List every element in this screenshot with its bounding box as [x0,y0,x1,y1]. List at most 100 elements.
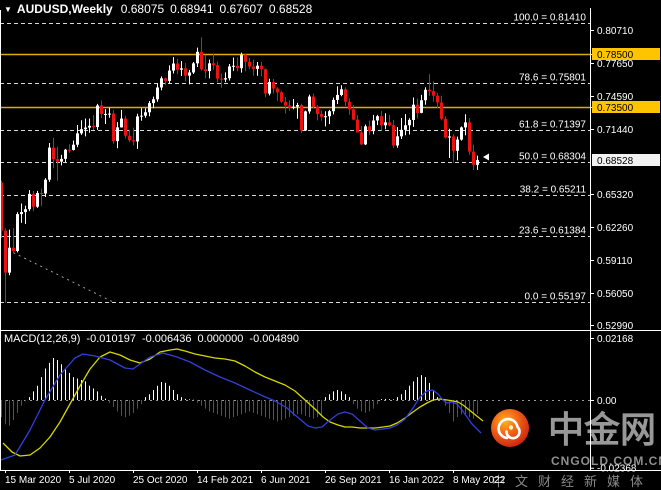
candlestick [240,54,243,69]
time-axis-label: 15 Mar 2020 [5,475,62,486]
symbol-timeframe-label: AUDUSD,Weekly [16,2,113,16]
candlestick [228,66,231,79]
close-value: 0.68528 [268,2,313,16]
candlestick [284,101,287,106]
candlestick [320,114,323,117]
fib-level-label: 0.0 = 0.55197 [525,292,587,303]
price-axis-label: 0.80710 [597,26,634,37]
time-axis-label: 5 Jul 2020 [69,475,116,486]
candlestick [392,125,395,146]
candlestick [164,78,167,81]
candlestick [440,102,443,119]
candlestick [176,63,179,70]
candlestick [296,105,299,107]
fib-level-label: 61.8 = 0.71397 [519,120,586,131]
candlestick [60,158,63,162]
candlestick [384,122,387,126]
candlestick [184,68,187,76]
price-axis-label: 0.59110 [597,256,633,267]
open-value: 0.68075 [120,2,165,16]
candlestick [216,65,219,79]
candlestick [236,65,239,69]
candlestick [180,68,183,70]
candlestick [400,129,403,137]
candlestick [348,101,351,110]
candlestick [208,63,211,72]
candlestick [116,127,119,142]
candlestick [124,118,127,136]
candlestick [108,113,111,115]
candlestick [196,51,199,64]
candlestick [72,144,75,150]
candlestick [24,209,27,213]
fib-level-label: 38.2 = 0.65211 [520,185,587,196]
candlestick [192,63,195,73]
candlestick [380,116,383,126]
candlestick [308,96,311,112]
time-axis-label: 25 Oct 2020 [133,475,188,486]
candlestick [436,95,439,103]
current-price-label: 0.68528 [597,156,634,167]
chart-window: 中金网 CNGOLD.COM.CN 中文财经新媒体 100.0 = 0.8141… [0,0,661,490]
time-axis-label: 26 Sep 2021 [325,475,382,486]
candlestick [20,212,23,215]
candlestick [364,126,367,145]
candlestick [276,88,279,93]
candlestick [144,112,147,116]
candlestick [96,105,99,128]
candlestick [456,139,459,151]
candlestick [388,122,391,126]
candlestick [84,127,87,130]
candlestick [372,120,375,132]
candlestick [32,193,35,207]
candlestick [220,78,223,80]
time-axis-label: 8 May 2022 [453,475,506,486]
candlestick [148,103,151,113]
candlestick [468,122,471,152]
fib-base-trendline [7,249,114,303]
candlestick [136,116,139,142]
candlestick [200,51,203,70]
macd-scale-label: 0.02168 [597,334,634,345]
candlestick [248,61,251,67]
candlestick [292,106,295,108]
price-axis-label: 0.71440 [597,125,634,136]
candlestick [52,147,55,160]
price-axis-label: 0.65320 [597,190,634,201]
candlestick [472,151,475,165]
candlestick [16,214,19,252]
candlestick [376,116,379,121]
candlestick [92,125,95,128]
candlestick [80,129,83,134]
fib-level-label: 100.0 = 0.81410 [513,13,586,24]
candlestick [304,111,307,131]
candlestick [360,132,363,145]
candlestick [156,87,159,100]
time-axis-label: 6 Jun 2021 [261,475,311,486]
chart-collapse-icon[interactable]: ▼ [4,5,12,14]
candlestick [336,94,339,100]
candlestick [412,104,415,120]
candlestick [76,133,79,145]
candlestick [452,136,455,151]
candlestick [268,81,271,94]
candlestick [316,106,319,115]
candlestick [288,105,291,108]
candlestick [344,89,347,102]
time-axis-label: 14 Feb 2021 [197,475,254,486]
price-axis-label: 0.52990 [597,321,634,332]
candlestick [428,89,431,92]
chart-canvas[interactable]: 100.0 = 0.81410 78.6 = 0.75801 61.8 = 0.71… [0,0,661,490]
candlestick [88,125,91,128]
candlestick [48,147,51,180]
candlestick [408,119,411,126]
candlestick [4,230,7,273]
candlestick [416,104,419,113]
price-axis-label: 0.77650 [597,59,634,70]
candlestick [300,105,303,131]
candlestick [256,65,259,69]
candlestick [128,135,131,141]
candlestick [224,78,227,80]
candlestick [448,136,451,138]
candlestick [460,127,463,140]
